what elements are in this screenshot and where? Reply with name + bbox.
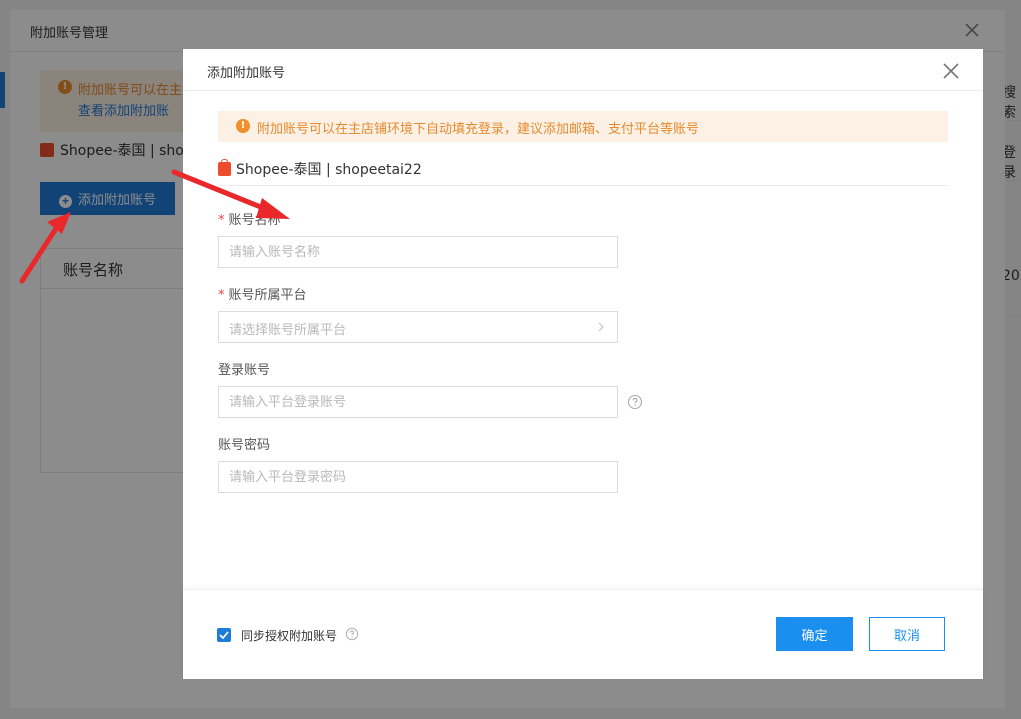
checkmark-icon <box>219 631 229 640</box>
password-label: 账号密码 <box>218 434 270 453</box>
question-circle-icon[interactable] <box>627 394 643 410</box>
modal-alert: ! 附加账号可以在主店铺环境下自动填充登录，建议添加邮箱、支付平台等账号 <box>218 111 948 142</box>
login-account-label: 登录账号 <box>218 359 270 378</box>
platform-select-placeholder: 请选择账号所属平台 <box>229 323 347 338</box>
platform-select[interactable]: 请选择账号所属平台 <box>218 311 618 343</box>
chevron-right-icon <box>598 322 604 332</box>
password-input[interactable] <box>218 461 618 493</box>
warning-circle-icon: ! <box>236 119 250 133</box>
required-mark: * <box>218 288 225 303</box>
login-account-label-text: 登录账号 <box>218 363 271 378</box>
divider <box>218 185 948 186</box>
modal-alert-text: 附加账号可以在主店铺环境下自动填充登录，建议添加邮箱、支付平台等账号 <box>257 122 700 137</box>
confirm-button[interactable]: 确定 <box>776 617 853 651</box>
required-mark: * <box>218 213 225 228</box>
modal-store-label: Shopee-泰国 | shopeetai22 <box>218 159 422 179</box>
login-account-input[interactable] <box>218 386 618 418</box>
modal-header: 添加附加账号 <box>183 49 983 91</box>
shopee-bag-icon <box>218 159 231 176</box>
close-icon[interactable] <box>941 61 961 81</box>
modal-store-text: Shopee-泰国 | shopeetai22 <box>236 162 422 178</box>
password-label-text: 账号密码 <box>218 438 271 453</box>
account-name-input[interactable] <box>218 236 618 268</box>
account-name-label-text: 账号名称 <box>228 213 281 228</box>
sync-checkbox-label[interactable]: 同步授权附加账号 <box>241 627 337 644</box>
cancel-button[interactable]: 取消 <box>869 617 945 651</box>
platform-label-text: 账号所属平台 <box>228 288 307 303</box>
question-circle-icon[interactable] <box>345 627 359 641</box>
sync-checkbox[interactable] <box>217 628 231 642</box>
platform-label: * 账号所属平台 <box>218 284 307 303</box>
account-name-label: * 账号名称 <box>218 209 281 228</box>
modal-title: 添加附加账号 <box>207 66 286 81</box>
modal-footer: 同步授权附加账号 确定 取消 <box>183 589 983 679</box>
add-account-modal: 添加附加账号 ! 附加账号可以在主店铺环境下自动填充登录，建议添加邮箱、支付平台… <box>183 49 983 679</box>
